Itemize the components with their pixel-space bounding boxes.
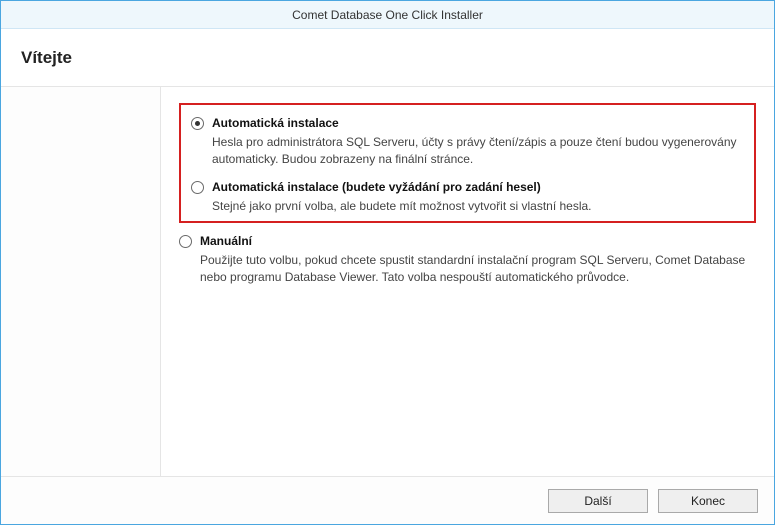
option-title: Automatická instalace	[212, 115, 744, 132]
option-desc: Stejné jako první volba, ale budete mít …	[212, 198, 744, 215]
option-desc: Hesla pro administrátora SQL Serveru, úč…	[212, 134, 744, 168]
option-auto-install-with-passwords[interactable]: Automatická instalace (budete vyžádání p…	[191, 179, 744, 215]
option-body: Automatická instalace (budete vyžádání p…	[212, 179, 744, 215]
wizard-body: Automatická instalace Hesla pro administ…	[1, 87, 774, 476]
next-button[interactable]: Další	[548, 489, 648, 513]
option-auto-install[interactable]: Automatická instalace Hesla pro administ…	[191, 115, 744, 167]
highlighted-options: Automatická instalace Hesla pro administ…	[179, 103, 756, 223]
option-title: Automatická instalace (budete vyžádání p…	[212, 179, 744, 196]
installer-window: Comet Database One Click Installer Vítej…	[0, 0, 775, 525]
titlebar: Comet Database One Click Installer	[1, 1, 774, 29]
window-title: Comet Database One Click Installer	[292, 8, 483, 22]
wizard-header: Vítejte	[1, 29, 774, 87]
radio-manual[interactable]	[179, 235, 192, 248]
page-title: Vítejte	[21, 48, 72, 68]
close-button[interactable]: Konec	[658, 489, 758, 513]
wizard-sidebar	[1, 87, 161, 476]
option-body: Manuální Použijte tuto volbu, pokud chce…	[200, 233, 756, 285]
radio-auto-install[interactable]	[191, 117, 204, 130]
radio-auto-install-with-passwords[interactable]	[191, 181, 204, 194]
wizard-content: Automatická instalace Hesla pro administ…	[161, 87, 774, 476]
wizard-footer: Další Konec	[1, 476, 774, 524]
option-manual[interactable]: Manuální Použijte tuto volbu, pokud chce…	[179, 233, 756, 285]
option-title: Manuální	[200, 233, 756, 250]
option-body: Automatická instalace Hesla pro administ…	[212, 115, 744, 167]
option-desc: Použijte tuto volbu, pokud chcete spusti…	[200, 252, 756, 286]
